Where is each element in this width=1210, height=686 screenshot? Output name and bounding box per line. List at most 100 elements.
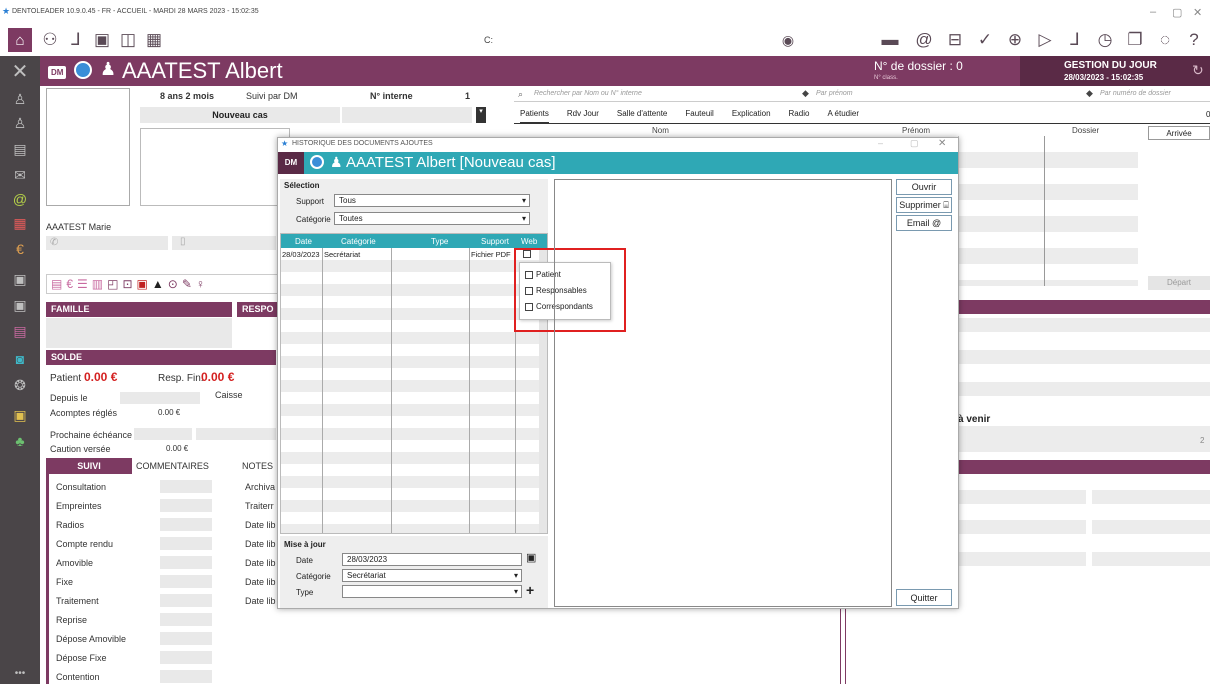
suivi-row-field[interactable] [160, 670, 212, 683]
dialog-minimize-button[interactable]: – [878, 138, 883, 148]
chair-icon[interactable]: ⅃ [64, 28, 88, 52]
calculator-icon[interactable]: ▦ [7, 212, 33, 234]
right-tab[interactable]: Salle d'attente [617, 109, 667, 123]
col-nom[interactable]: Nom [652, 126, 669, 135]
col-support[interactable]: Support [481, 237, 509, 246]
col-dossier[interactable]: Dossier [1072, 126, 1099, 135]
col-date[interactable]: Date [295, 237, 312, 246]
case-dropdown-icon[interactable]: ▾ [476, 107, 486, 123]
add-icon[interactable]: + [526, 582, 534, 598]
email-button[interactable]: Email @ [896, 215, 952, 231]
copy-icon[interactable]: ❐ [1123, 28, 1147, 52]
note-icon[interactable]: ▥ [92, 277, 103, 291]
date-input[interactable]: 28/03/2023 [342, 553, 522, 566]
case-field[interactable]: Nouveau cas [140, 107, 340, 123]
suivi-row-field[interactable] [160, 537, 212, 550]
close-panel-icon[interactable]: ✕ [7, 60, 33, 83]
at-side-icon[interactable]: @ [7, 188, 33, 210]
lock-icon[interactable]: ⊡ [122, 277, 132, 291]
right-tab[interactable]: Fauteuil [685, 109, 713, 123]
suivi-row-field[interactable] [160, 613, 212, 626]
euro-icon[interactable]: € [7, 238, 33, 260]
more-icon[interactable]: ••• [7, 662, 33, 684]
echeance-date-field[interactable] [134, 428, 192, 440]
euro-small-icon[interactable]: € [66, 277, 73, 291]
gestion-panel[interactable]: GESTION DU JOUR 28/03/2023 - 15:02:35 ↻ [1020, 56, 1210, 86]
col-web[interactable]: Web [521, 237, 537, 246]
help-icon[interactable]: ? [1182, 28, 1206, 52]
clock-icon[interactable]: ◷ [1093, 28, 1117, 52]
tab-suivi[interactable]: SUIVI [46, 458, 132, 474]
mail-icon[interactable]: ✉ [7, 164, 33, 186]
eraser-icon[interactable]: ◆ [802, 88, 809, 99]
table-row[interactable]: 28/03/2023 Secrétariat Fichier PDF [281, 249, 539, 261]
calendar-icon[interactable]: ▦ [142, 28, 166, 52]
echeance-amount-field[interactable] [196, 428, 276, 440]
list-icon[interactable]: ☰ [77, 277, 88, 291]
zoom-icon[interactable]: ⊕ [1003, 28, 1027, 52]
suivi-row-field[interactable] [160, 575, 212, 588]
col-categorie[interactable]: Catégorie [341, 237, 376, 246]
card-icon[interactable]: ▬ [878, 28, 902, 52]
suivi-row-field[interactable] [160, 480, 212, 493]
chair2-icon[interactable]: ⅃ [1063, 28, 1087, 52]
case-extra-field[interactable] [342, 107, 472, 123]
calendar-picker-icon[interactable]: ▣ [526, 551, 536, 564]
notes-box[interactable] [140, 128, 290, 206]
edit-doc-icon[interactable]: ◰ [107, 277, 118, 291]
phone-field[interactable] [46, 236, 168, 250]
warning-icon[interactable]: ▲ [152, 277, 164, 291]
right-tab[interactable]: Patients [520, 109, 549, 123]
tree-icon[interactable]: ♣ [7, 430, 33, 452]
inbox-icon[interactable]: ⊟ [943, 28, 967, 52]
check-icon[interactable]: ✓ [973, 28, 997, 52]
minimize-button[interactable]: – [1150, 6, 1156, 18]
right-tab[interactable]: Radio [789, 109, 810, 123]
folder-icon[interactable]: ▣ [7, 404, 33, 426]
search-input[interactable]: Rechercher par Nom ou N° interne [534, 90, 642, 97]
calendar-side-icon[interactable]: ▤ [7, 138, 33, 160]
suivi-row-field[interactable] [160, 518, 212, 531]
dossier-search-input[interactable]: Par numéro de dossier [1100, 90, 1171, 97]
categorie-select[interactable]: Toutes ▾ [334, 212, 530, 225]
suivi-row-field[interactable] [160, 499, 212, 512]
depart-button[interactable]: Départ [1148, 276, 1210, 290]
maximize-button[interactable]: ▢ [1172, 6, 1182, 19]
chat-icon[interactable]: ◌ [1153, 28, 1177, 52]
notes-icon[interactable]: ▤ [7, 320, 33, 342]
suivi-row-field[interactable] [160, 632, 212, 645]
add-user-icon[interactable]: ♙ [7, 88, 33, 110]
schedule-time-icon[interactable]: ▣ [7, 294, 33, 316]
schedule-icon[interactable]: ▣ [7, 268, 33, 290]
patient-photo[interactable] [46, 88, 130, 206]
play-icon[interactable]: ▷ [1033, 28, 1057, 52]
dialog-close-button[interactable]: ✕ [938, 138, 946, 149]
cat-select[interactable]: Secrétariat ▾ [342, 569, 522, 582]
door-icon[interactable]: ▣ [90, 28, 114, 52]
col-type[interactable]: Type [431, 237, 448, 246]
type-select[interactable]: ▾ [342, 585, 522, 598]
arrivee-button[interactable]: Arrivée [1148, 126, 1210, 140]
prenom-search-input[interactable]: Par prénom [816, 90, 853, 97]
right-tab[interactable]: Explication [732, 109, 771, 123]
search-doc-icon[interactable]: ◫ [116, 28, 140, 52]
dialog-maximize-button[interactable]: ▢ [910, 138, 919, 149]
suivi-row-field[interactable] [160, 594, 212, 607]
suivi-row-field[interactable] [160, 651, 212, 664]
depuis-field[interactable] [120, 392, 200, 404]
doc-icon[interactable]: ▤ [51, 277, 62, 291]
mobile-field[interactable] [172, 236, 276, 250]
camera-icon[interactable]: ◙ [7, 348, 33, 370]
support-select[interactable]: Tous ▾ [334, 194, 530, 207]
suivi-row-field[interactable] [160, 556, 212, 569]
at-icon[interactable]: @ [912, 28, 936, 52]
bulb-icon[interactable]: ♀ [196, 277, 205, 291]
shutter-icon[interactable]: ❂ [7, 374, 33, 396]
alert-icon[interactable]: ⊙ [168, 277, 178, 291]
user-icon[interactable]: ⚇ [38, 28, 62, 52]
quitter-button[interactable]: Quitter [896, 589, 952, 606]
edit-user-icon[interactable]: ♙ [7, 112, 33, 134]
home-icon[interactable]: ⌂ [8, 28, 32, 52]
agenda-icon[interactable]: ▣ [137, 277, 148, 291]
pen-icon[interactable]: ✎ [182, 277, 192, 291]
